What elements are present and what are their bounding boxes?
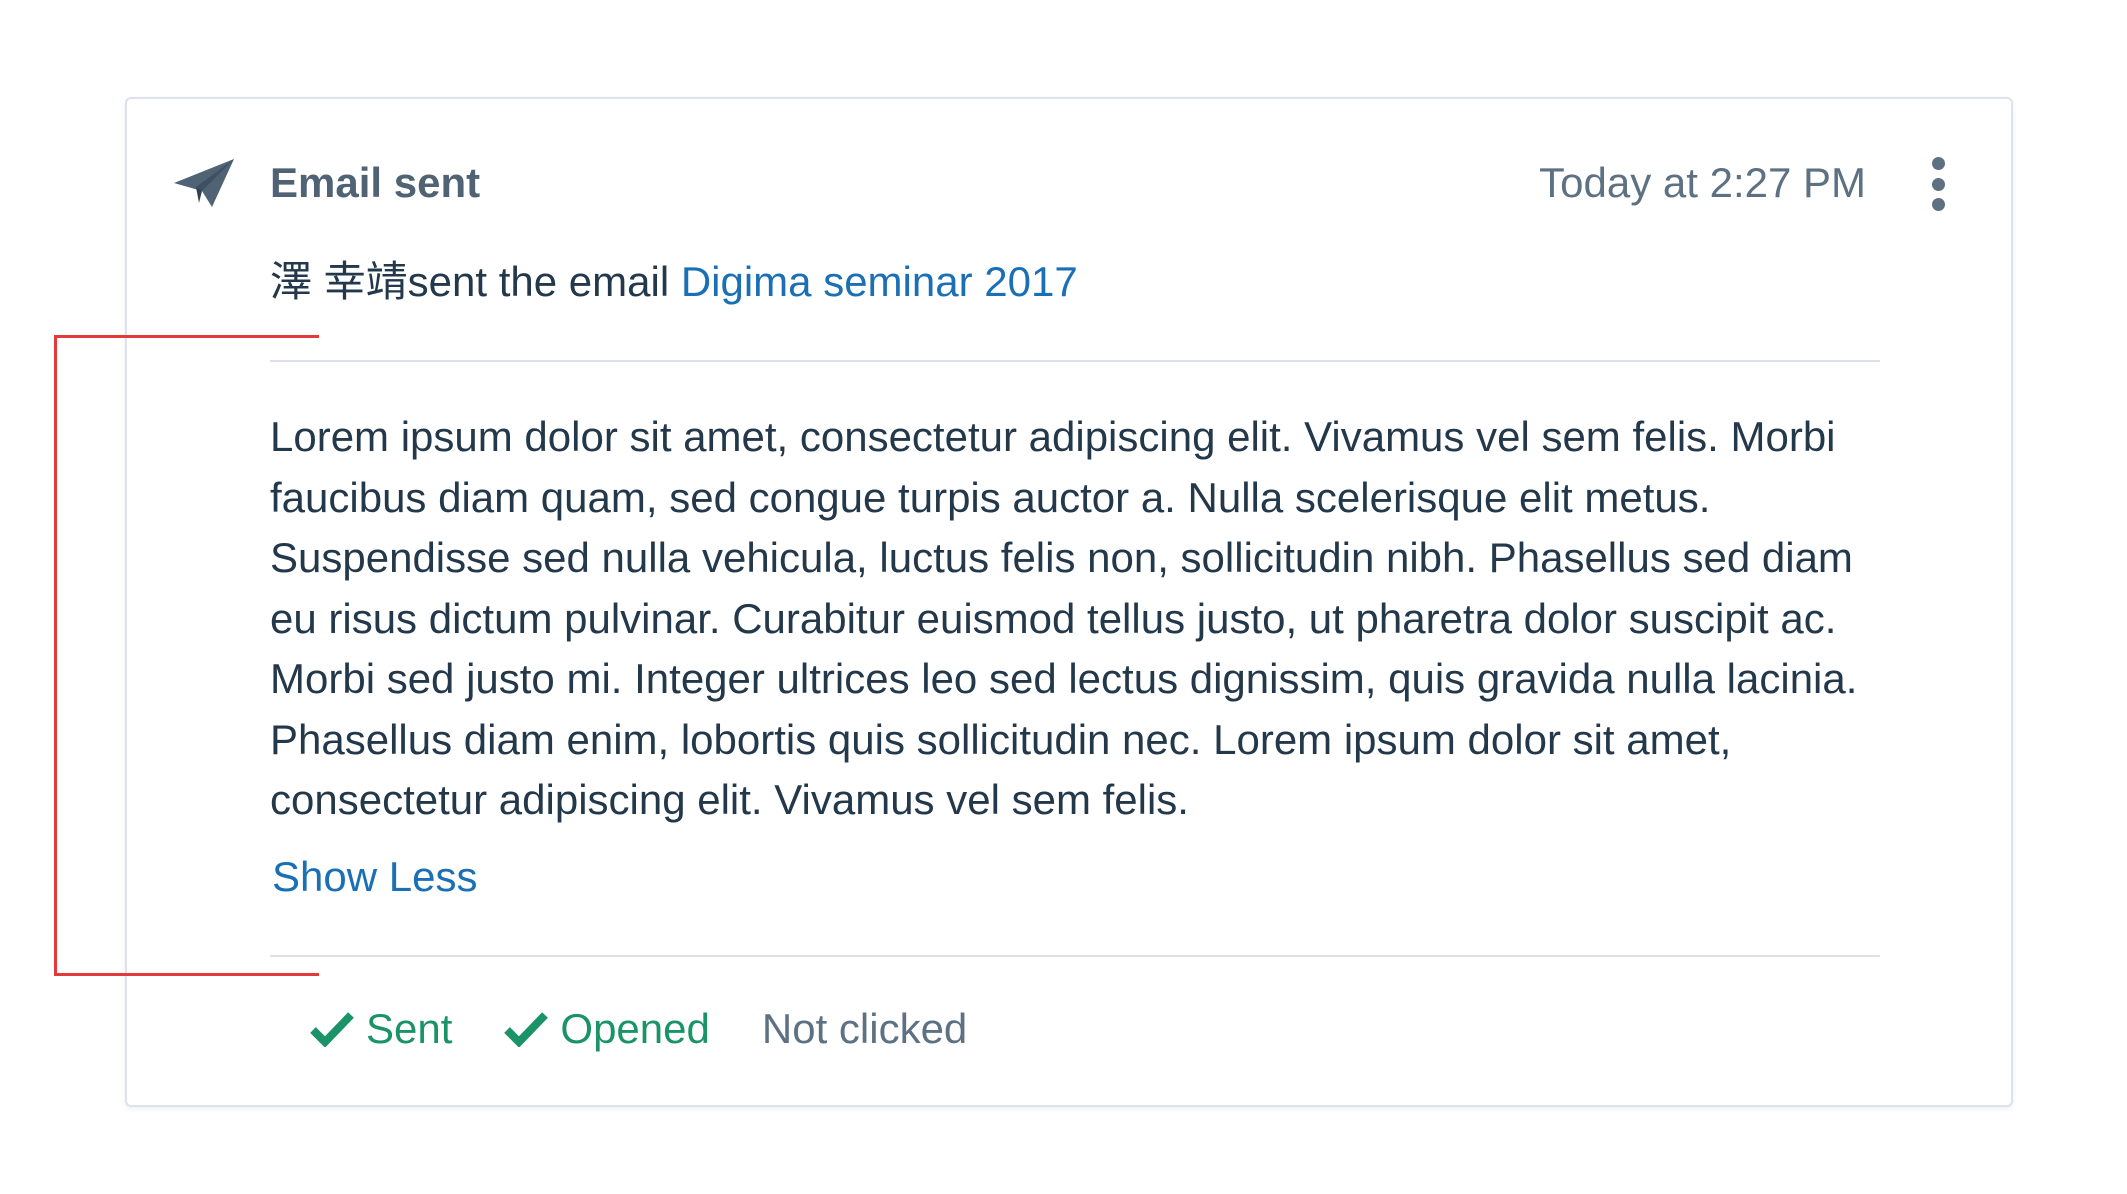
- check-icon: [310, 1012, 354, 1047]
- menu-dot: [1931, 198, 1945, 211]
- email-status-bar: Sent Opened Not clicked: [310, 1003, 1019, 1055]
- menu-dot: [1931, 177, 1945, 191]
- status-sent: Sent: [310, 1003, 452, 1055]
- email-subject-link[interactable]: Digima seminar 2017: [681, 258, 1078, 305]
- paper-plane-icon: [174, 159, 234, 207]
- show-less-link[interactable]: Show Less: [272, 851, 477, 903]
- page: Email sent Today at 2:27 PM 澤 幸靖sent the…: [0, 0, 2127, 1194]
- email-activity-card: Email sent Today at 2:27 PM 澤 幸靖sent the…: [125, 97, 2013, 1107]
- activity-summary: 澤 幸靖sent the email Digima seminar 2017: [270, 256, 1078, 308]
- status-clicked-label: Not clicked: [761, 1005, 968, 1052]
- status-opened: Opened: [504, 1003, 710, 1055]
- more-vertical-icon[interactable]: [1927, 157, 1949, 211]
- status-sent-label: Sent: [366, 1005, 453, 1052]
- divider: [270, 360, 1880, 362]
- event-title: Email sent: [270, 159, 481, 206]
- menu-dot: [1931, 157, 1945, 170]
- check-icon: [504, 1012, 549, 1047]
- email-body-text: Lorem ipsum dolor sit amet, consectetur …: [270, 413, 1858, 823]
- event-timestamp: Today at 2:27 PM: [1539, 159, 1866, 206]
- divider: [270, 955, 1880, 957]
- status-clicked: Not clicked: [762, 1003, 967, 1055]
- action-text: sent the email: [407, 258, 681, 305]
- status-opened-label: Opened: [560, 1005, 710, 1052]
- actor-name: 澤 幸靖: [270, 258, 408, 305]
